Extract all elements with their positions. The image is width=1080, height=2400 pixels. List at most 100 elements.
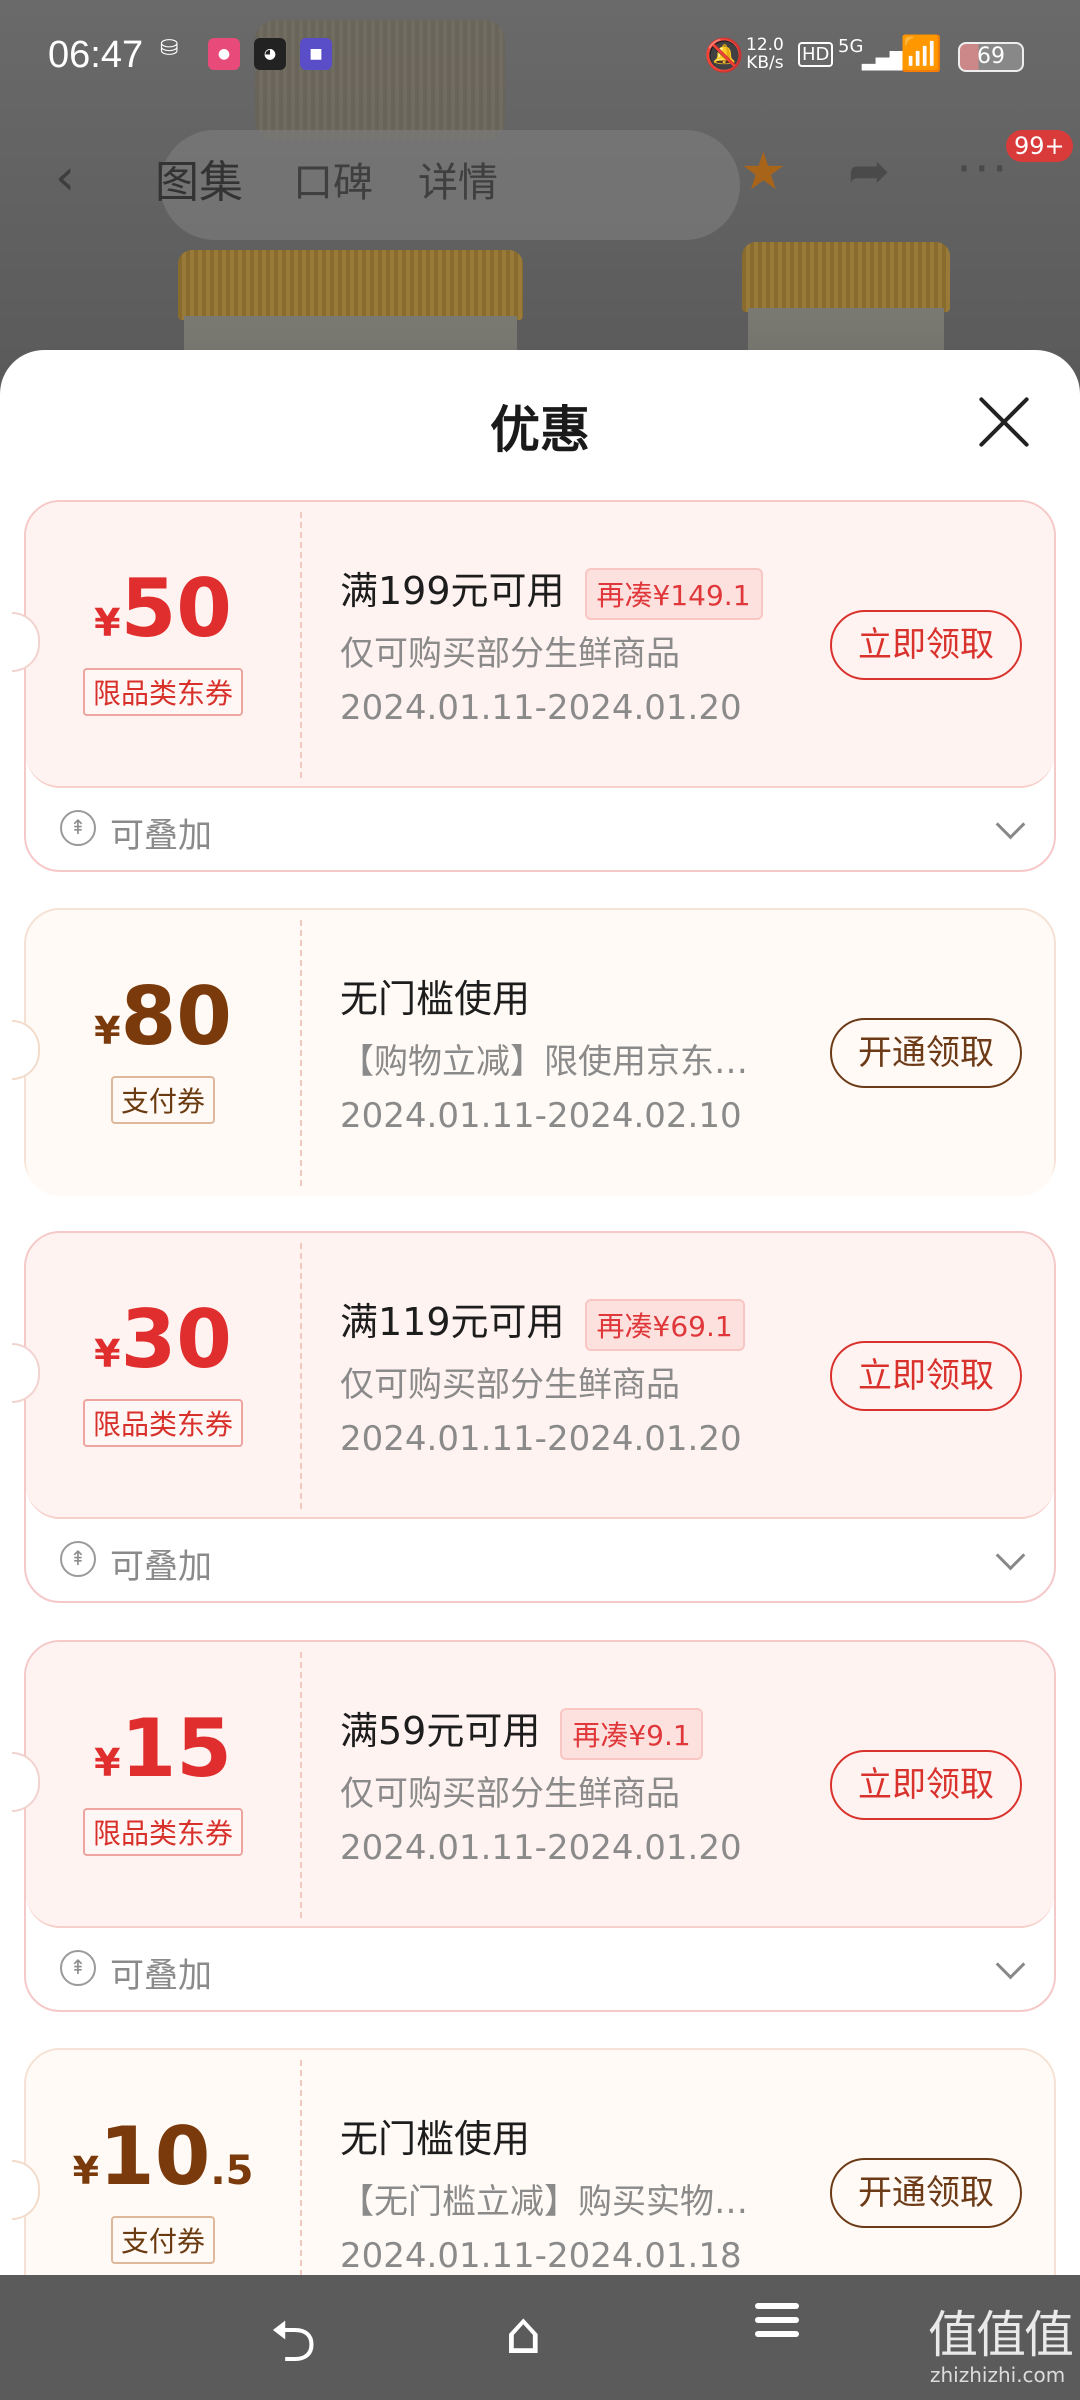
- coupon-extra-badge: 再凑¥69.1: [584, 1298, 745, 1351]
- coupon-divider: [300, 920, 302, 1186]
- coupon-validity: 2024.01.11-2024.02.10: [340, 1096, 742, 1136]
- coupon-description: 【购物立减】限使用京东…: [340, 1042, 748, 1082]
- coupon-value-area: ¥80 支付券: [26, 910, 300, 1196]
- system-nav-bar: ⮌ ⌂ 值值值 zhizhizhi.com: [0, 2275, 1080, 2400]
- chevron-down-icon[interactable]: [995, 1949, 1026, 1980]
- network-speed: 12.0 KB/s: [746, 36, 784, 72]
- app-notification-icon: ■: [300, 38, 332, 70]
- tab-reviews[interactable]: 口碑: [293, 150, 373, 208]
- product-nav-bar: ‹ 图集 口碑 详情 ★ ➦ ··· 99+: [0, 130, 1080, 220]
- coupon-sheet: 优惠 ¥50 限品类东券 满199元可用 再凑¥149.1 仅可购买部分生鲜商品 …: [0, 350, 1080, 2275]
- signal-type: 5G: [838, 36, 864, 57]
- system-home-icon[interactable]: ⌂: [505, 2299, 542, 2367]
- network-speed-unit: KB/s: [746, 53, 784, 73]
- favorite-star-icon[interactable]: ★: [740, 142, 787, 202]
- mute-icon: 🔕: [704, 36, 744, 74]
- currency-symbol: ¥: [94, 1741, 121, 1785]
- coupon-amount: ¥10.5: [26, 2114, 300, 2200]
- stack-icon: ⇞: [60, 1950, 96, 1986]
- coupon-body: ¥10.5 支付券 无门槛使用 【无门槛立减】购买实物… 2024.01.11-…: [12, 2050, 1054, 2275]
- coupon-divider: [300, 1652, 302, 1918]
- coupon-validity: 2024.01.11-2024.01.18: [340, 2236, 742, 2275]
- coupon-condition: 无门槛使用: [340, 2108, 530, 2163]
- coupon-description: 仅可购买部分生鲜商品: [340, 1774, 680, 1814]
- coupon-amount-value: 10: [99, 2110, 211, 2203]
- coupon-card: ¥15 限品类东券 满59元可用 再凑¥9.1 仅可购买部分生鲜商品 2024.0…: [12, 1640, 1056, 2012]
- currency-symbol: ¥: [94, 601, 121, 645]
- wifi-icon: 📶: [900, 34, 943, 74]
- coupon-value-area: ¥10.5 支付券: [26, 2050, 300, 2275]
- coupon-condition-text: 满199元可用: [340, 569, 565, 613]
- coupon-type-tag: 支付券: [110, 1076, 216, 1124]
- coupon-body: ¥50 限品类东券 满199元可用 再凑¥149.1 仅可购买部分生鲜商品 202…: [12, 502, 1054, 788]
- coupon-description: 仅可购买部分生鲜商品: [340, 634, 680, 674]
- coupon-description: 仅可购买部分生鲜商品: [340, 1365, 680, 1405]
- status-time: 06:47: [48, 34, 144, 76]
- coupon-amount-decimal: .5: [210, 2148, 254, 2194]
- coupon-body: ¥15 限品类东券 满59元可用 再凑¥9.1 仅可购买部分生鲜商品 2024.0…: [12, 1642, 1054, 1928]
- coupon-amount-value: 50: [120, 562, 232, 655]
- coupon-condition-text: 满59元可用: [340, 1709, 541, 1753]
- coupon-card: ¥10.5 支付券 无门槛使用 【无门槛立减】购买实物… 2024.01.11-…: [12, 2048, 1056, 2275]
- stackable-row[interactable]: ⇞ 可叠加: [26, 788, 1054, 872]
- more-icon[interactable]: ···: [956, 140, 1010, 198]
- coupon-condition: 无门槛使用: [340, 968, 530, 1023]
- coupon-type-tag: 限品类东券: [82, 668, 244, 716]
- coupon-amount-value: 30: [120, 1293, 232, 1386]
- hd-badge: HD: [798, 42, 834, 67]
- coupon-validity: 2024.01.11-2024.01.20: [340, 688, 742, 728]
- stackable-label: 可叠加: [110, 816, 212, 856]
- coupon-type-tag: 限品类东券: [82, 1808, 244, 1856]
- coupon-condition-text: 无门槛使用: [340, 977, 531, 1021]
- activate-claim-button[interactable]: 开通领取: [830, 2158, 1022, 2228]
- app-notification-icon: ●: [208, 38, 240, 70]
- network-speed-value: 12.0: [746, 35, 784, 55]
- coupon-condition: 满199元可用 再凑¥149.1: [340, 560, 763, 620]
- chevron-down-icon[interactable]: [995, 1540, 1026, 1571]
- coupon-divider: [300, 2060, 302, 2275]
- close-icon[interactable]: [978, 396, 1030, 448]
- chevron-down-icon[interactable]: [995, 809, 1026, 840]
- system-back-icon[interactable]: ⮌: [270, 2299, 316, 2398]
- tab-gallery[interactable]: 图集: [155, 146, 243, 210]
- share-icon[interactable]: ➦: [848, 142, 890, 200]
- back-arrow-icon[interactable]: ‹: [55, 148, 75, 206]
- stackable-label: 可叠加: [110, 1547, 212, 1587]
- claim-button[interactable]: 立即领取: [830, 1750, 1022, 1820]
- coupon-card: ¥50 限品类东券 满199元可用 再凑¥149.1 仅可购买部分生鲜商品 202…: [12, 500, 1056, 872]
- stackable-row[interactable]: ⇞ 可叠加: [26, 1928, 1054, 2012]
- coupon-condition: 满59元可用 再凑¥9.1: [340, 1700, 703, 1760]
- battery-icon: 69: [958, 42, 1024, 72]
- status-bar: 06:47 ⛁ ● ◕ ■ 🔕 12.0 KB/s HD 5G ▂▄▆█ 📶 6…: [0, 0, 1080, 110]
- sim-icon: ⛁: [160, 36, 179, 61]
- coupon-card: ¥80 支付券 无门槛使用 【购物立减】限使用京东… 2024.01.11-20…: [12, 908, 1056, 1196]
- coupon-amount: ¥80: [26, 974, 300, 1060]
- stack-icon: ⇞: [60, 1541, 96, 1577]
- currency-symbol: ¥: [72, 2149, 100, 2193]
- coupon-validity: 2024.01.11-2024.01.20: [340, 1419, 742, 1459]
- sheet-title: 优惠: [490, 401, 590, 459]
- coupon-amount-value: 15: [120, 1702, 232, 1795]
- claim-button[interactable]: 立即领取: [830, 1341, 1022, 1411]
- coupon-card: ¥30 限品类东券 满119元可用 再凑¥69.1 仅可购买部分生鲜商品 2024…: [12, 1231, 1056, 1603]
- coupon-value-area: ¥50 限品类东券: [26, 502, 300, 788]
- claim-button[interactable]: 立即领取: [830, 610, 1022, 680]
- coupon-extra-badge: 再凑¥149.1: [584, 567, 763, 620]
- coupon-body: ¥80 支付券 无门槛使用 【购物立减】限使用京东… 2024.01.11-20…: [12, 910, 1054, 1196]
- coupon-description: 【无门槛立减】购买实物…: [340, 2182, 748, 2222]
- coupon-type-tag: 支付券: [110, 2216, 216, 2264]
- message-count-badge: 99+: [1006, 130, 1073, 162]
- coupon-condition-text: 满119元可用: [340, 1300, 565, 1344]
- tab-details[interactable]: 详情: [418, 150, 498, 208]
- coupon-amount: ¥30: [26, 1297, 300, 1383]
- coupon-amount: ¥15: [26, 1706, 300, 1792]
- coupon-body: ¥30 限品类东券 满119元可用 再凑¥69.1 仅可购买部分生鲜商品 2024…: [12, 1233, 1054, 1519]
- coupon-value-area: ¥15 限品类东券: [26, 1642, 300, 1928]
- stack-icon: ⇞: [60, 810, 96, 846]
- coupon-validity: 2024.01.11-2024.01.20: [340, 1828, 742, 1868]
- coupon-condition-text: 无门槛使用: [340, 2117, 531, 2161]
- stackable-row[interactable]: ⇞ 可叠加: [26, 1519, 1054, 1603]
- activate-claim-button[interactable]: 开通领取: [830, 1018, 1022, 1088]
- coupon-condition: 满119元可用 再凑¥69.1: [340, 1291, 745, 1351]
- system-menu-icon[interactable]: [755, 2295, 799, 2345]
